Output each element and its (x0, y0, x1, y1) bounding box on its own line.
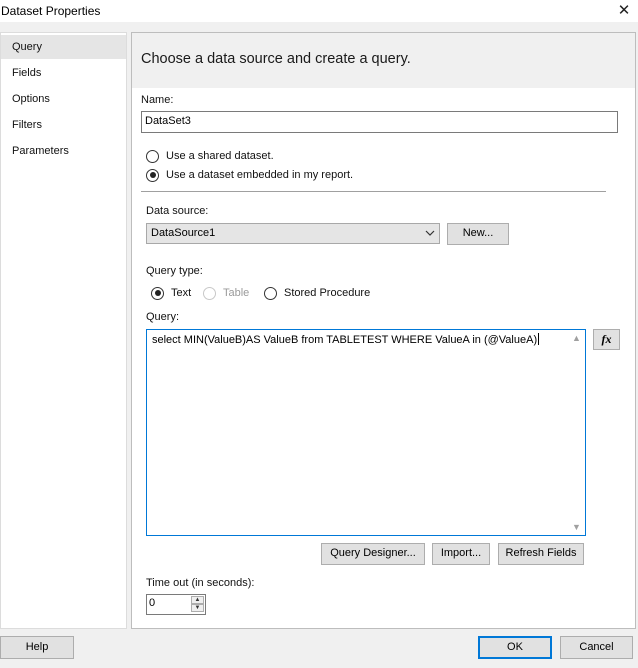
refresh-fields-button[interactable]: Refresh Fields (498, 543, 584, 565)
title-bar: Dataset Properties ✕ (0, 0, 638, 22)
radio-shared-dataset[interactable]: Use a shared dataset. (146, 148, 274, 164)
nav-item-options[interactable]: Options (1, 87, 126, 111)
timeout-spinner[interactable]: 0 ▲ ▼ (146, 594, 206, 615)
nav-item-label: Options (12, 93, 50, 105)
expression-button[interactable]: fx (593, 329, 620, 350)
nav-list: Query Fields Options Filters Parameters (0, 32, 127, 629)
import-button[interactable]: Import... (432, 543, 490, 565)
cancel-button[interactable]: Cancel (560, 636, 633, 659)
datasource-combo[interactable]: DataSource1 (146, 223, 440, 244)
close-icon[interactable]: ✕ (614, 1, 634, 21)
query-textarea[interactable]: select MIN(ValueB)AS ValueB from TABLETE… (146, 329, 586, 536)
ok-button[interactable]: OK (478, 636, 552, 659)
radio-querytype-sp-button[interactable] (264, 286, 277, 300)
timeout-value: 0 (149, 597, 156, 609)
window-title: Dataset Properties (1, 4, 101, 18)
query-designer-button[interactable]: Query Designer... (321, 543, 425, 565)
radio-shared-dataset-button[interactable] (146, 149, 159, 163)
radio-querytype-text-button[interactable] (151, 286, 164, 300)
querytype-label: Query type: (146, 265, 203, 277)
fx-icon: fx (601, 332, 612, 346)
radio-querytype-table-button (203, 286, 216, 300)
chevron-down-icon[interactable] (424, 224, 436, 246)
radio-embedded-dataset-button[interactable] (146, 168, 159, 182)
radio-querytype-stored-procedure[interactable]: Stored Procedure (264, 285, 370, 301)
nav-item-label: Parameters (12, 145, 69, 157)
help-button[interactable]: Help (0, 636, 74, 659)
radio-querytype-text[interactable]: Text (151, 285, 191, 301)
query-panel: Choose a data source and create a query.… (131, 32, 636, 629)
panel-header: Choose a data source and create a query. (132, 33, 635, 88)
nav-item-parameters[interactable]: Parameters (1, 139, 126, 163)
name-field[interactable]: DataSet3 (141, 111, 618, 133)
text-caret (538, 333, 540, 345)
nav-item-fields[interactable]: Fields (1, 61, 126, 85)
query-label: Query: (146, 311, 180, 323)
datasource-value: DataSource1 (151, 227, 216, 239)
radio-querytype-table-label: Table (223, 287, 250, 299)
nav-item-label: Fields (12, 67, 42, 79)
radio-querytype-text-label: Text (171, 287, 192, 299)
nav-item-query[interactable]: Query (1, 35, 126, 59)
new-datasource-button[interactable]: New... (447, 223, 509, 245)
datasource-label: Data source: (146, 205, 209, 217)
scroll-up-icon[interactable]: ▲ (568, 331, 585, 345)
radio-querytype-table: Table (203, 285, 249, 301)
window-bottom-edge (0, 664, 638, 668)
panel-heading: Choose a data source and create a query. (141, 51, 411, 67)
scroll-down-icon[interactable]: ▼ (568, 520, 585, 534)
query-scrollbar[interactable]: ▲ ▼ (568, 330, 585, 535)
query-value: select MIN(ValueB)AS ValueB from TABLETE… (152, 334, 538, 346)
spin-up-icon[interactable]: ▲ (191, 596, 204, 604)
nav-item-label: Query (12, 41, 42, 53)
name-label: Name: (141, 94, 174, 106)
spin-down-icon[interactable]: ▼ (191, 604, 204, 612)
radio-querytype-sp-label: Stored Procedure (284, 287, 371, 299)
name-value: DataSet3 (145, 115, 191, 127)
radio-embedded-dataset[interactable]: Use a dataset embedded in my report. (146, 167, 353, 183)
nav-item-filters[interactable]: Filters (1, 113, 126, 137)
radio-shared-dataset-label: Use a shared dataset. (166, 150, 274, 162)
nav-item-label: Filters (12, 119, 42, 131)
timeout-label: Time out (in seconds): (146, 577, 255, 589)
query-text: select MIN(ValueB)AS ValueB from TABLETE… (152, 333, 540, 346)
spinner-buttons: ▲ ▼ (191, 596, 204, 612)
separator (141, 191, 606, 192)
radio-embedded-dataset-label: Use a dataset embedded in my report. (166, 169, 354, 181)
